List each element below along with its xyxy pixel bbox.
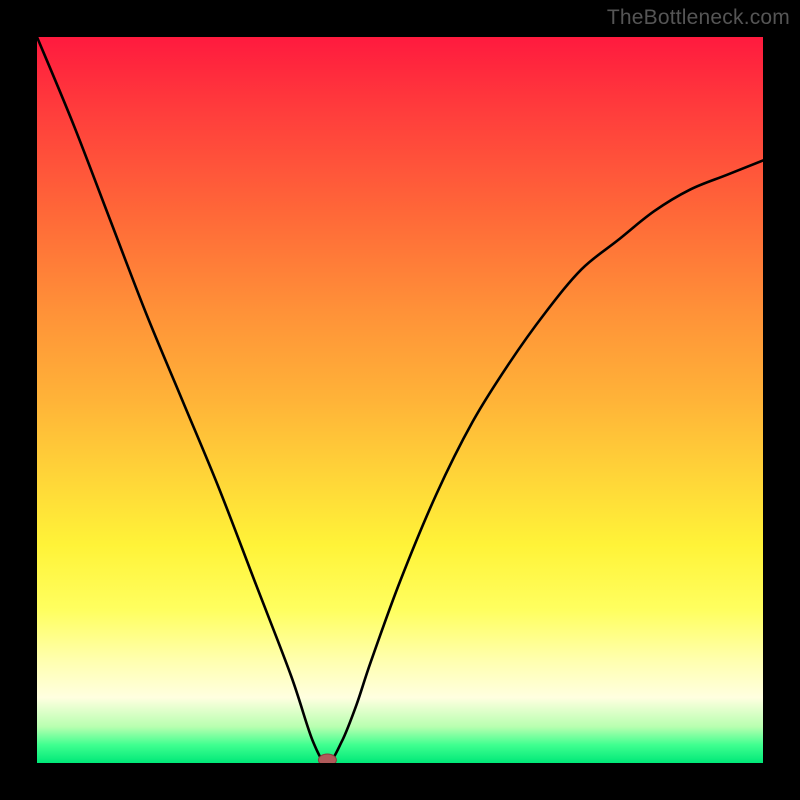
- optimal-point-marker: [318, 754, 336, 763]
- plot-area: [37, 37, 763, 763]
- chart-frame: TheBottleneck.com: [0, 0, 800, 800]
- watermark-text: TheBottleneck.com: [607, 6, 790, 30]
- chart-svg: [37, 37, 763, 763]
- bottleneck-curve-path: [37, 37, 763, 763]
